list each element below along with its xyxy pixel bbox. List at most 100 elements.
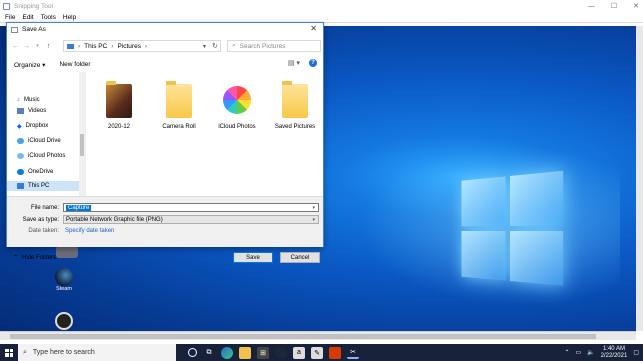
steam-icon (55, 268, 73, 286)
network-icon[interactable]: ▭ (575, 349, 581, 356)
clock[interactable]: 1:40 AM 2/22/2021 (601, 346, 628, 360)
nav-item-videos[interactable]: Videos (17, 106, 46, 116)
amazon-icon[interactable]: a (293, 346, 305, 359)
nav-item-label: Videos (28, 108, 47, 114)
desktop-icon-label: Steam (56, 286, 72, 292)
save-dialog-icon (11, 26, 18, 33)
recent-chevron-icon[interactable]: ▾ (32, 43, 43, 49)
menu-help[interactable]: Help (63, 14, 76, 21)
nav-item-dropbox[interactable]: ◆ Dropbox (17, 121, 48, 131)
file-item-label: Camera Roll (162, 124, 196, 130)
search-icon: ⌕ (232, 42, 236, 49)
back-arrow-icon[interactable]: ← (10, 43, 21, 50)
notifications-icon[interactable]: ▢ (633, 349, 639, 356)
hide-folders-toggle[interactable]: ⌃ Hide Folders (13, 254, 57, 262)
task-view-icon[interactable]: ⧉ (203, 347, 215, 359)
vertical-scrollbar[interactable] (636, 26, 643, 331)
start-button[interactable] (0, 344, 18, 361)
cancel-button[interactable]: Cancel (280, 252, 320, 263)
nav-item-icloud-photos[interactable]: iCloud Photos (17, 151, 65, 161)
view-controls: ▤ ▾ ? (288, 59, 317, 67)
folder-icon (277, 78, 313, 118)
volume-icon[interactable]: 🔈 (587, 349, 594, 356)
organize-button[interactable]: Organize ▾ (14, 61, 45, 69)
horizontal-scrollbar[interactable] (0, 331, 636, 340)
videos-icon (17, 108, 24, 114)
maximize-icon[interactable]: ☐ (611, 2, 617, 10)
music-icon: ♪ (17, 97, 20, 103)
nav-item-this-pc[interactable]: This PC (17, 181, 49, 191)
nav-item-label: iCloud Drive (28, 138, 61, 144)
steam-taskbar-icon[interactable] (275, 346, 287, 359)
file-item[interactable]: iCloud Photos (211, 78, 263, 130)
edge-icon[interactable] (221, 346, 233, 359)
hide-folders-label: Hide Folders (22, 254, 57, 261)
file-item[interactable]: 2020-12 (93, 78, 145, 130)
breadcrumb-pictures[interactable]: Pictures (117, 43, 140, 50)
close-icon[interactable]: ✕ (633, 2, 639, 10)
search-input[interactable]: ⌕ Search Pictures (227, 40, 321, 52)
new-folder-button[interactable]: New folder (59, 61, 90, 68)
dialog-footer: ⌃ Hide Folders Save Cancel (7, 196, 323, 263)
file-explorer-icon[interactable] (239, 346, 251, 359)
pc-icon (67, 43, 74, 49)
desktop-icon-obs[interactable] (47, 312, 81, 330)
menu-tools[interactable]: Tools (41, 14, 56, 21)
this-pc-icon (17, 183, 24, 189)
save-as-dialog: Save As ✕ ← → ▾ ↑ › This PC › Pictures ›… (6, 22, 325, 263)
address-dropdown-icon[interactable]: ▾ (203, 43, 206, 50)
file-list: 2020-12 Camera Roll iCloud Photos Saved … (91, 78, 321, 158)
nav-item-onedrive[interactable]: OneDrive (17, 167, 53, 177)
nav-item-label: iCloud Photos (28, 153, 66, 159)
view-options-icon[interactable]: ▤ ▾ (288, 59, 300, 67)
search-icon: ⌕ (23, 348, 27, 356)
nav-item-icloud-drive[interactable]: iCloud Drive (17, 136, 61, 146)
office-icon[interactable] (329, 346, 341, 359)
photos-app-icon (219, 78, 255, 118)
dialog-title: Save As (22, 26, 46, 33)
search-placeholder: Search Pictures (239, 42, 286, 50)
dialog-titlebar: Save As (7, 23, 323, 36)
icloud-drive-icon (17, 138, 24, 144)
help-icon[interactable]: ? (309, 59, 317, 67)
file-item-label: 2020-12 (107, 124, 131, 130)
file-item[interactable]: Saved Pictures (269, 78, 321, 130)
file-item[interactable]: Camera Roll (153, 78, 205, 130)
dialog-close-icon[interactable]: ✕ (310, 24, 317, 33)
forward-arrow-icon[interactable]: → (21, 43, 32, 50)
refresh-icon[interactable]: ↻ (212, 42, 218, 50)
minimize-icon[interactable]: — (588, 3, 595, 10)
file-item-label: iCloud Photos (218, 124, 256, 130)
chevron-up-icon: ⌃ (13, 255, 19, 261)
cortana-icon[interactable] (188, 348, 197, 357)
breadcrumb-this-pc[interactable]: This PC (84, 43, 107, 50)
save-button[interactable]: Save (233, 252, 273, 263)
nav-item-label: Music (24, 97, 40, 103)
menu-file[interactable]: File (5, 14, 15, 21)
chevron-up-icon[interactable]: ⌃ (564, 349, 569, 356)
windows-logo-wallpaper (461, 170, 569, 291)
store-icon[interactable]: ⊞ (257, 346, 269, 359)
snipping-tool-taskbar-icon[interactable]: ✂ (347, 347, 359, 359)
paint-icon[interactable]: ✎ (311, 346, 323, 359)
navigation-pane: ♪ Music Videos ◆ Dropbox iCloud Drive iC… (7, 72, 86, 196)
snipping-tool-titlebar: Snipping Tool — ☐ ✕ (0, 0, 643, 12)
taskbar-search[interactable]: ⌕ Type here to search (18, 344, 176, 361)
file-item-label: Saved Pictures (274, 124, 316, 130)
icloud-photos-icon (17, 153, 24, 159)
taskbar-search-placeholder: Type here to search (32, 349, 95, 356)
dropbox-icon: ◆ (17, 123, 22, 130)
nav-item-music[interactable]: ♪ Music (17, 95, 40, 105)
nav-scrollbar[interactable] (79, 72, 85, 196)
system-tray: ⌃ ▭ 🔈 1:40 AM 2/22/2021 ▢ (564, 344, 639, 361)
windows-start-icon (5, 348, 13, 357)
up-arrow-icon[interactable]: ↑ (43, 43, 54, 50)
address-row: ← → ▾ ↑ › This PC › Pictures › ▾ ↻ ⌕ Sea… (7, 39, 325, 53)
taskbar: ⌕ Type here to search ⧉ ⊞ a ✎ ✂ ⌃ ▭ 🔈 1:… (0, 344, 643, 361)
address-bar[interactable]: › This PC › Pictures › ▾ ↻ (63, 40, 221, 52)
command-bar: Organize ▾ New folder (7, 58, 325, 71)
nav-item-label: Dropbox (25, 123, 49, 129)
clock-time: 1:40 AM (602, 345, 625, 352)
desktop-icon-steam[interactable]: Steam (47, 268, 81, 292)
menu-edit[interactable]: Edit (22, 14, 33, 21)
